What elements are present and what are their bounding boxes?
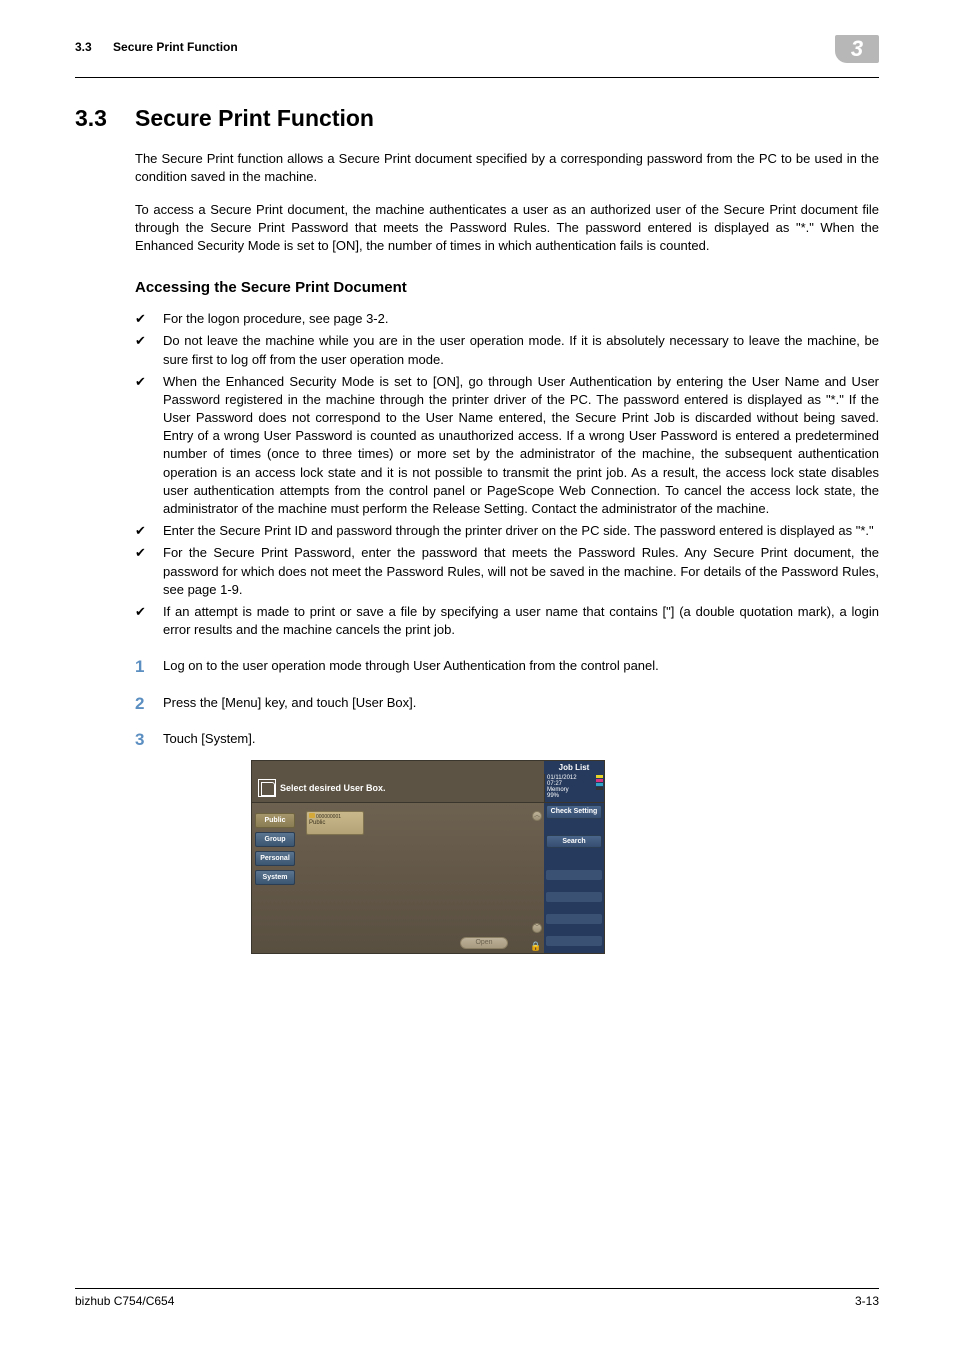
userbox-entry[interactable]: 000000001 Public [306, 811, 364, 835]
checklist-item: If an attempt is made to print or save a… [135, 603, 879, 639]
disabled-sidepanel-item [546, 892, 602, 902]
disabled-sidepanel-item [546, 936, 602, 946]
numbered-steps: 1 Log on to the user operation mode thro… [135, 657, 879, 954]
checklist-item: When the Enhanced Security Mode is set t… [135, 373, 879, 519]
header-section-title: Secure Print Function [113, 40, 238, 54]
header-divider [75, 77, 879, 78]
search-button[interactable]: Search [546, 835, 602, 848]
checklist-item: For the logon procedure, see page 3-2. [135, 310, 879, 328]
step-text: Log on to the user operation mode throug… [163, 658, 659, 673]
disabled-sidepanel-item [546, 870, 602, 880]
status-panel: 01/11/2012 07:27 Memory 99% [544, 774, 604, 802]
userbox-icon [258, 779, 276, 797]
step-number: 3 [135, 728, 144, 752]
folder-icon [309, 813, 315, 818]
step-number: 1 [135, 655, 144, 679]
step: 1 Log on to the user operation mode thro… [135, 657, 879, 675]
subheading: Accessing the Secure Print Document [135, 277, 879, 298]
scroll-down-button[interactable]: ﹀ [532, 923, 542, 933]
intro-paragraph-2: To access a Secure Print document, the m… [135, 201, 879, 256]
step-number: 2 [135, 692, 144, 716]
footer-page-number: 3-13 [855, 1293, 879, 1310]
userbox-label: Public [309, 820, 361, 827]
intro-paragraph-1: The Secure Print function allows a Secur… [135, 150, 879, 186]
tab-personal[interactable]: Personal [255, 851, 295, 866]
step-text: Press the [Menu] key, and touch [User Bo… [163, 695, 416, 710]
tab-system[interactable]: System [255, 870, 295, 885]
header-section-num: 3.3 [75, 40, 92, 54]
check-setting-button[interactable]: Check Setting [546, 805, 602, 819]
scroll-up-button[interactable]: ︿ [532, 811, 542, 821]
device-screenshot: Job List Select desired User Box. 🔒 01/1… [251, 760, 605, 954]
step: 3 Touch [System]. Job List Select desire… [135, 730, 879, 954]
status-memory-pct: 99% [547, 793, 602, 799]
checklist: For the logon procedure, see page 3-2. D… [135, 310, 879, 639]
section-number: 3.3 [75, 102, 135, 134]
tab-public[interactable]: Public [255, 813, 295, 828]
step: 2 Press the [Menu] key, and touch [User … [135, 694, 879, 712]
section-title: Secure Print Function [135, 102, 374, 134]
job-list-button[interactable]: Job List [544, 761, 604, 775]
userbox-number: 000000001 [316, 814, 341, 820]
toner-levels [596, 775, 603, 791]
userbox-category-tabs: Public Group Personal System [252, 803, 298, 953]
tab-group[interactable]: Group [255, 832, 295, 847]
checklist-item: Do not leave the machine while you are i… [135, 332, 879, 368]
footer-model: bizhub C754/C654 [75, 1293, 174, 1310]
chapter-tab: 3 [835, 35, 879, 63]
step-text: Touch [System]. [163, 731, 255, 746]
checklist-item: For the Secure Print Password, enter the… [135, 544, 879, 599]
page-header: 3.3 Secure Print Function [75, 35, 238, 56]
checklist-item: Enter the Secure Print ID and password t… [135, 522, 879, 540]
open-button[interactable]: Open [460, 937, 508, 949]
disabled-sidepanel-item [546, 914, 602, 924]
device-prompt: Select desired User Box. [280, 782, 544, 795]
